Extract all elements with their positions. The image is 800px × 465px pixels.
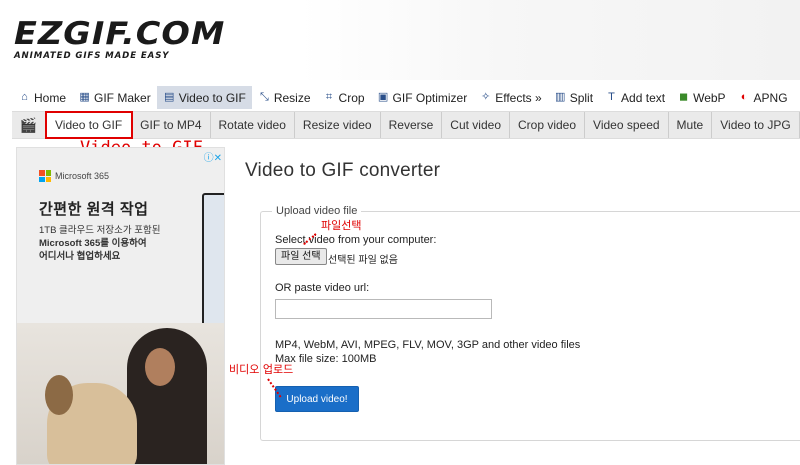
site-logo[interactable]: EZGIF.COM ANIMATED GIFS MADE EASY [14,19,224,62]
file-select-button[interactable]: 파일 선택 [275,248,327,265]
advertisement[interactable]: ⓘ✕ Microsoft 365 간편한 원격 작업 1TB 클라우드 저장소가… [16,147,225,465]
upload-legend: Upload video file [272,205,362,217]
file-status: 선택된 파일 없음 [328,255,398,266]
header-background [300,0,800,80]
video-icon: ▤ [163,91,175,103]
ad-brand: Microsoft 365 [39,170,109,182]
ad-info-icon[interactable]: ⓘ✕ [204,149,222,164]
ad-dog-ear-image [45,375,73,415]
nav-item-label: GIF Maker [94,90,151,105]
subnav-item-crop-video[interactable]: Crop video [510,112,586,138]
nav-item-gif-maker[interactable]: ▦ GIF Maker [72,86,157,109]
upload-fieldset: Upload video file Select video from your… [260,205,800,441]
ad-headline: 간편한 원격 작업 [39,201,149,218]
ad-body-line: 1TB 클라우드 저장소가 포함된 [39,225,161,236]
microsoft-logo-icon [39,170,51,182]
url-label: OR paste video url: [275,282,370,294]
subnav-item-video-to-jpg[interactable]: Video to JPG [712,112,800,138]
ad-device-image [202,193,224,333]
nav-item-split[interactable]: ▥ Split [548,86,599,109]
home-icon: ⌂ [21,91,28,103]
video-url-input[interactable] [275,299,492,319]
nav-item-add-text[interactable]: T Add text [599,86,671,109]
logo-text: EZGIF.COM [14,16,226,52]
nav-item-label: Effects » [495,90,542,105]
formats-text: MP4, WebM, AVI, MPEG, FLV, MOV, 3GP and … [275,339,581,351]
annotation-file-select: 파일선택 [321,219,362,232]
ad-brand-name: Microsoft 365 [55,171,110,181]
nav-item-label: Crop [338,90,365,105]
ad-person-image [127,328,207,464]
subnav-item-video-to-gif[interactable]: Video to GIF [44,111,134,139]
optimizer-icon: ▣ [377,91,389,103]
nav-item-effects[interactable]: ✧ Effects » [473,86,547,109]
nav-item-label: Split [569,90,594,105]
page-title: Video to GIF converter [245,160,441,181]
add-text-icon: T [608,91,615,103]
upload-video-button[interactable]: Upload video! [275,386,359,412]
subnav-item-gif-to-mp4[interactable]: GIF to MP4 [132,112,211,138]
apng-icon: ◐ [740,91,748,103]
logo-tagline: ANIMATED GIFS MADE EASY [14,51,170,61]
nav-item-gif-optimizer[interactable]: ▣ GIF Optimizer [371,86,474,109]
ad-body-line: 어디서나 협업하세요 [39,251,121,262]
subnav-item-cut-video[interactable]: Cut video [442,112,510,138]
nav-item-home[interactable]: ⌂ Home [12,86,72,109]
split-icon: ▥ [555,91,566,103]
nav-item-label: WebP [693,90,726,105]
subnav-item-resize-video[interactable]: Resize video [295,112,381,138]
gif-maker-icon: ▦ [79,91,90,103]
nav-item-webp[interactable]: ◼ WebP [671,86,731,109]
subnav-item-video-speed[interactable]: Video speed [585,112,669,138]
nav-item-crop[interactable]: ⌗ Crop [317,86,371,109]
ad-face-image [145,348,175,386]
nav-item-video-to-gif[interactable]: ▤ Video to GIF [156,86,252,109]
ad-photo [17,323,224,464]
nav-item-label: Video to GIF [178,90,246,105]
subnav-item-reverse[interactable]: Reverse [381,112,443,138]
main-nav: ⌂ Home ▦ GIF Maker ▤ Video to GIF ⤡ Resize ⌗ Crop… [12,86,794,109]
nav-item-resize[interactable]: ⤡ Resize [252,86,317,109]
ad-body-line: Microsoft 365를 이용하여 [39,238,147,249]
film-icon: 🎬 [12,112,46,138]
nav-item-apng[interactable]: ◐ APNG [732,86,794,109]
nav-item-label: Home [34,90,67,105]
nav-item-label: APNG [753,90,788,105]
subnav-item-mute[interactable]: Mute [669,112,713,138]
ad-body: 1TB 클라우드 저장소가 포함된 Microsoft 365를 이용하여 어디… [39,224,199,263]
main-content: Video to GIF converter Upload video file… [245,160,800,441]
nav-item-label: Add text [621,90,666,105]
select-file-label: Select video from your computer: [275,234,437,246]
webp-icon: ◼ [679,91,689,103]
annotation-upload: 비디오 업로드 [229,363,294,376]
nav-item-label: Resize [273,90,311,105]
effects-icon: ✧ [481,91,491,103]
subnav-item-rotate-video[interactable]: Rotate video [211,112,295,138]
sub-nav: 🎬 Video to GIF GIF to MP4 Rotate video Resi… [12,111,800,139]
nav-item-label: GIF Optimizer [392,90,468,105]
resize-icon: ⤡ [259,91,269,103]
crop-icon: ⌗ [325,91,333,103]
